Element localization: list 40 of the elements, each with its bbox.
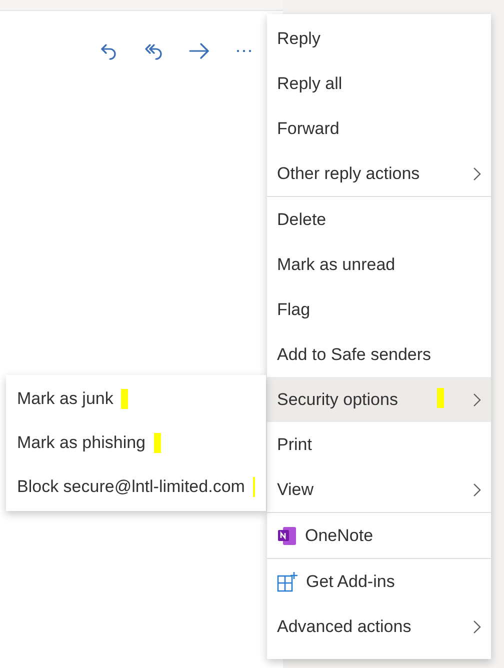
- submenu-item-label: Block secure@lntl-limited.com: [17, 477, 245, 497]
- menu-item[interactable]: Reply: [267, 16, 491, 61]
- menu-item-label: Flag: [277, 300, 312, 320]
- menu-item[interactable]: Flag: [267, 287, 491, 332]
- submenu-item-label: Mark as junk: [17, 389, 114, 409]
- menu-item-label: Security options: [277, 390, 399, 410]
- onenote-icon: [277, 526, 297, 546]
- menu-item-label: Get Add-ins: [306, 572, 396, 592]
- reply-all-icon: [144, 42, 164, 60]
- menu-item-label: Forward: [277, 118, 340, 138]
- menu-item[interactable]: Delete: [267, 197, 491, 242]
- menu-item-label: Advanced actions: [277, 616, 412, 636]
- menu-item[interactable]: OneNote: [267, 513, 491, 558]
- forward-icon: [189, 43, 209, 59]
- add-ins-icon: [277, 571, 298, 592]
- menu-item[interactable]: Forward: [267, 106, 491, 151]
- menu-item-label: OneNote: [305, 526, 374, 546]
- menu-item-label: Add to Safe senders: [277, 344, 432, 364]
- menu-item-label: Mark as unread: [277, 254, 396, 274]
- menu-item[interactable]: Security options: [267, 377, 491, 422]
- submenu-item[interactable]: Mark as phishing: [6, 421, 266, 465]
- menu-item-label: Other reply actions: [277, 164, 421, 184]
- reply-icon: [100, 42, 118, 60]
- menu-item[interactable]: Reply all: [267, 61, 491, 106]
- menu-item[interactable]: Print: [267, 422, 491, 467]
- menu-item[interactable]: Get Add-ins: [267, 559, 491, 604]
- menu-item-label: Delete: [277, 210, 328, 230]
- menu-item-label: Print: [277, 434, 313, 454]
- submenu-item[interactable]: Mark as junk: [6, 377, 266, 421]
- submenu-item[interactable]: Block secure@lntl-limited.com: [6, 465, 266, 509]
- menu-item[interactable]: Add to Safe senders: [267, 332, 491, 377]
- menu-item-label: Reply all: [277, 74, 344, 94]
- menu-item[interactable]: View: [267, 467, 491, 512]
- menu-item[interactable]: Advanced actions: [267, 604, 491, 649]
- more-button[interactable]: ⋯: [230, 37, 258, 65]
- menu-item-label: Reply: [277, 28, 322, 48]
- menu-item-label: View: [277, 480, 315, 500]
- menu-item[interactable]: Other reply actions: [267, 151, 491, 196]
- menu-item[interactable]: Mark as unread: [267, 242, 491, 287]
- submenu-item-label: Mark as phishing: [17, 433, 146, 453]
